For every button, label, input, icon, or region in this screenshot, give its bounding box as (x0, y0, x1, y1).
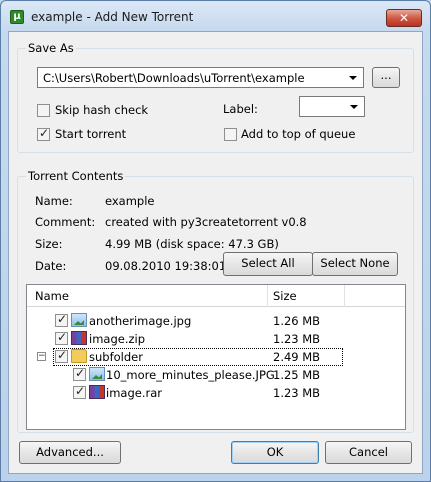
file-row[interactable]: ✓ image.rar 1.23 MB (27, 384, 405, 402)
select-all-button[interactable]: Select All (223, 252, 313, 276)
file-tree-header: Name Size (27, 285, 405, 307)
folder-name: subfolder (89, 350, 143, 364)
checkmark-icon: ✓ (57, 348, 68, 362)
save-path-combo[interactable]: C:\Users\Robert\Downloads\uTorrent\examp… (37, 67, 364, 88)
checkmark-icon: ✓ (75, 366, 86, 380)
file-name: anotherimage.jpg (89, 314, 192, 328)
column-header-name[interactable]: Name (35, 289, 69, 303)
file-row[interactable]: ✓ image.zip 1.23 MB (27, 330, 405, 348)
size-caption: Size: (35, 237, 63, 251)
torrent-comment-value: created with py3createtorrent v0.8 (105, 215, 307, 229)
select-none-button[interactable]: Select None (312, 252, 398, 276)
date-caption: Date: (35, 259, 67, 273)
chevron-down-icon (350, 105, 358, 109)
skip-hash-label: Skip hash check (55, 103, 149, 117)
add-top-of-queue-checkbox[interactable] (224, 128, 237, 141)
file-name: image.zip (89, 332, 146, 346)
file-name: image.rar (106, 386, 162, 400)
folder-size: 2.49 MB (273, 350, 321, 364)
save-path-value: C:\Users\Robert\Downloads\uTorrent\examp… (43, 71, 305, 85)
file-row[interactable]: ✓ 10_more_minutes_please.JPG 1.25 MB (27, 366, 405, 384)
ok-button[interactable]: OK (231, 441, 319, 464)
file-name: 10_more_minutes_please.JPG (106, 368, 275, 382)
add-top-of-queue-label: Add to top of queue (241, 127, 356, 141)
label-caption: Label: (223, 102, 258, 116)
comment-caption: Comment: (35, 215, 96, 229)
add-torrent-dialog: µ example - Add New Torrent ✕ Save As C:… (0, 0, 431, 482)
checkmark-icon: ✓ (75, 384, 86, 398)
torrent-size-value: 4.99 MB (disk space: 47.3 GB) (105, 237, 279, 251)
file-size: 1.25 MB (273, 368, 321, 382)
image-file-icon (71, 313, 87, 327)
file-checkbox[interactable]: ✓ (55, 330, 68, 345)
chevron-down-icon (349, 76, 357, 80)
folder-icon (71, 349, 87, 363)
folder-row[interactable]: − ✓ subfolder 2.49 MB (27, 348, 405, 366)
start-torrent-checkbox[interactable]: ✓ (37, 126, 50, 141)
skip-hash-checkbox[interactable] (37, 104, 50, 117)
checkmark-icon: ✓ (39, 126, 50, 140)
torrent-contents-group-label: Torrent Contents (26, 169, 126, 183)
browse-button[interactable]: ... (372, 67, 400, 88)
start-torrent-label: Start torrent (55, 127, 127, 141)
column-separator[interactable] (267, 285, 268, 307)
file-checkbox[interactable]: ✓ (55, 312, 68, 327)
label-combo[interactable] (299, 96, 365, 117)
dialog-body: Save As C:\Users\Robert\Downloads\uTorre… (8, 31, 423, 474)
save-as-group-label: Save As (26, 41, 76, 55)
file-checkbox[interactable]: ✓ (73, 384, 86, 399)
name-caption: Name: (35, 194, 73, 208)
torrent-name-value: example (105, 194, 155, 208)
file-size: 1.26 MB (273, 314, 321, 328)
image-file-icon (89, 367, 105, 381)
utorrent-logo-icon: µ (10, 10, 24, 24)
torrent-date-value: 09.08.2010 19:38:01 (105, 259, 227, 273)
file-tree[interactable]: Name Size ✓ anotherimage.jpg 1.26 MB ✓ i… (26, 284, 406, 430)
cancel-button[interactable]: Cancel (325, 441, 412, 464)
file-size: 1.23 MB (273, 386, 321, 400)
archive-file-icon (71, 331, 87, 345)
column-header-size[interactable]: Size (273, 289, 297, 303)
title-bar[interactable]: µ example - Add New Torrent ✕ (1, 1, 430, 31)
collapse-icon[interactable]: − (37, 352, 46, 361)
close-icon: ✕ (398, 11, 410, 25)
checkmark-icon: ✓ (57, 330, 68, 344)
file-row[interactable]: ✓ anotherimage.jpg 1.26 MB (27, 312, 405, 330)
column-separator[interactable] (344, 285, 345, 307)
archive-file-icon (89, 385, 105, 399)
close-button[interactable]: ✕ (386, 9, 422, 27)
folder-checkbox[interactable]: ✓ (55, 348, 68, 363)
checkmark-icon: ✓ (57, 312, 68, 326)
file-checkbox[interactable]: ✓ (73, 366, 86, 381)
window-title: example - Add New Torrent (31, 10, 194, 24)
file-size: 1.23 MB (273, 332, 321, 346)
advanced-button[interactable]: Advanced... (19, 441, 121, 464)
